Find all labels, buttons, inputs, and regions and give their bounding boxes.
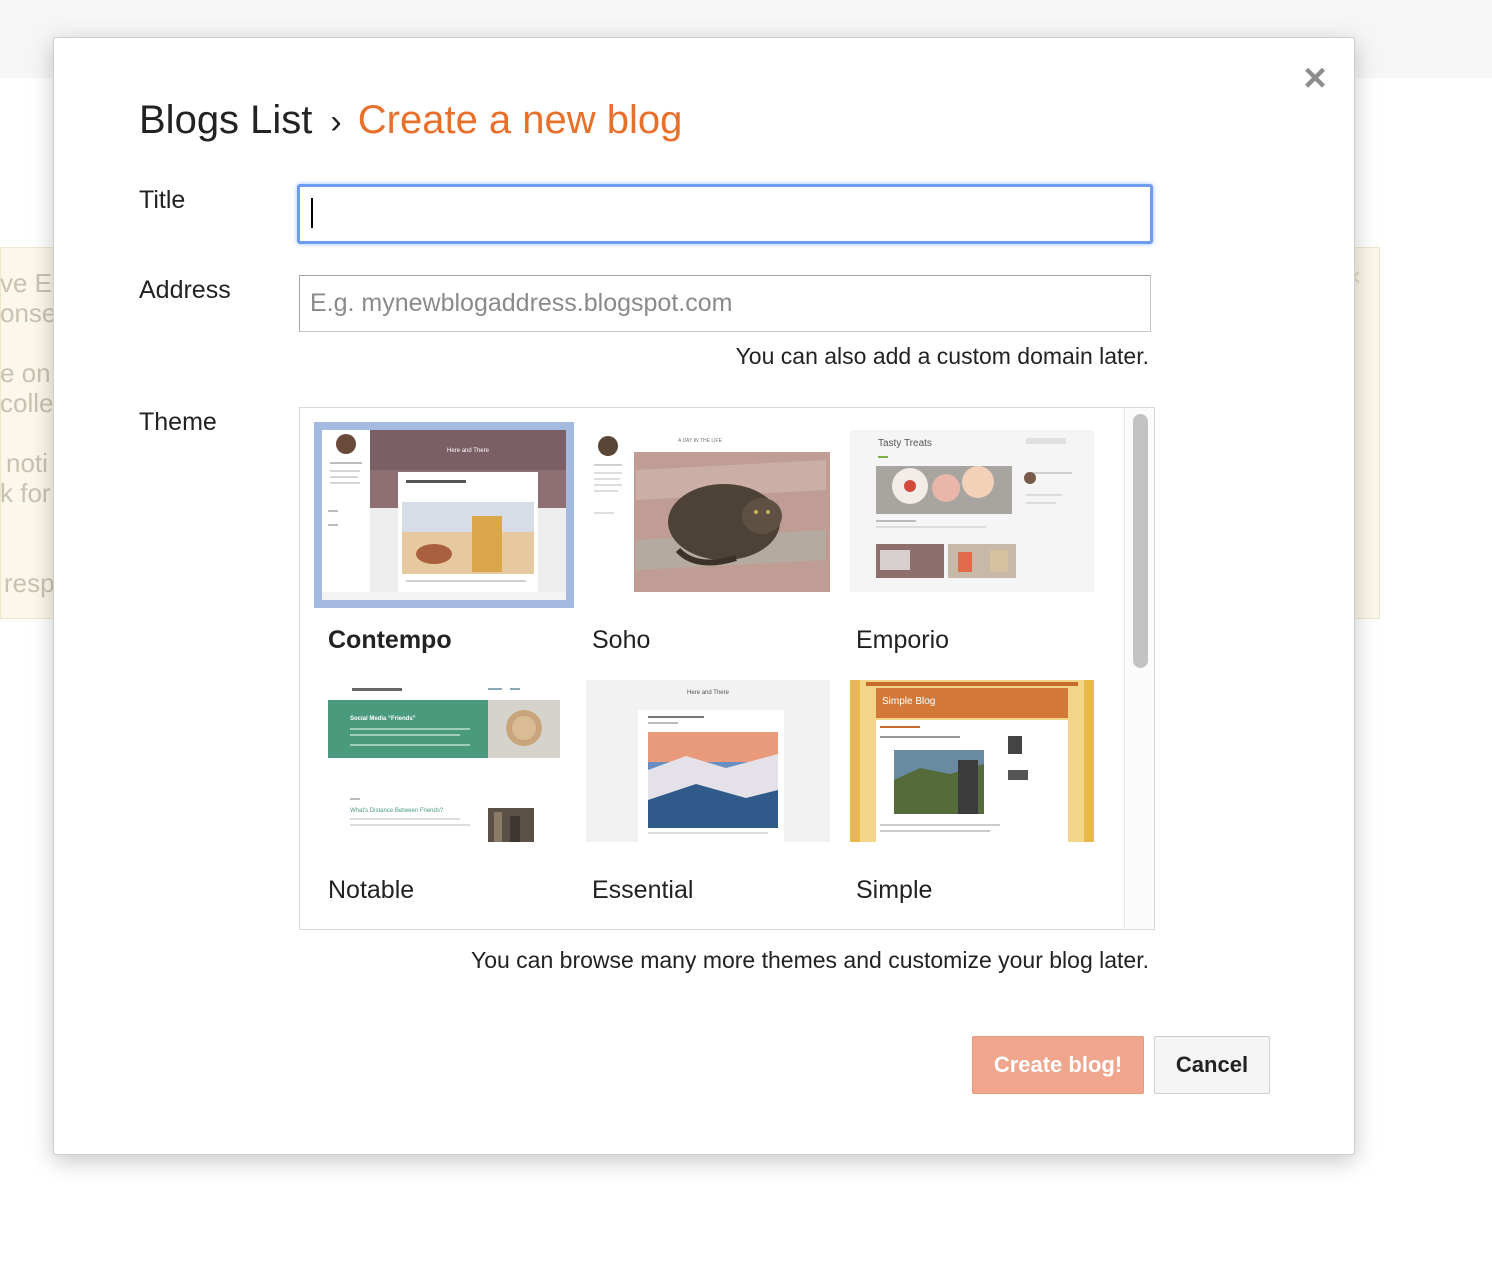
theme-name-soho: Soho xyxy=(592,626,651,654)
simple-title-text: Simple Blog xyxy=(882,696,935,707)
theme-hint: You can browse many more themes and cust… xyxy=(470,947,1149,973)
notable-post-text: What's Distance Between Friends? xyxy=(350,808,444,814)
close-icon[interactable]: × xyxy=(1297,58,1333,98)
breadcrumb: Blogs List › Create a new blog xyxy=(139,98,682,143)
theme-thumbnail-contempo: Here and There xyxy=(314,422,574,608)
background-notice-text: k for xyxy=(0,478,51,508)
theme-name-simple: Simple xyxy=(856,876,933,904)
background-notice-text: noti xyxy=(6,448,48,478)
theme-thumbnail-notable: Social Media “Friends” What's Distance B… xyxy=(322,680,566,842)
theme-list-scrollbar[interactable] xyxy=(1124,408,1154,929)
theme-name-contempo: Contempo xyxy=(328,626,452,654)
essential-preview-image: Here and There xyxy=(586,680,830,842)
theme-name-emporio: Emporio xyxy=(856,626,950,654)
background-notice-text: onse xyxy=(0,298,57,328)
soho-preview-image: A DAY IN THE LIFE xyxy=(586,430,830,592)
contempo-header-text: Here and There xyxy=(447,448,490,454)
simple-preview-image: Simple Blog xyxy=(850,680,1094,842)
title-label: Title xyxy=(139,186,186,214)
create-blog-dialog: × Blogs List › Create a new blog Title Add… xyxy=(53,37,1355,1155)
theme-thumbnail-essential: Here and There xyxy=(586,680,830,842)
theme-name-essential: Essential xyxy=(592,876,694,904)
theme-label: Theme xyxy=(139,408,217,436)
breadcrumb-separator-icon: › xyxy=(330,103,342,141)
theme-thumbnail-simple: Simple Blog xyxy=(850,680,1094,842)
background-notice-text: resp xyxy=(4,568,55,598)
title-input[interactable] xyxy=(297,184,1153,244)
address-hint: You can also add a custom domain later. xyxy=(735,343,1149,369)
theme-picker: Here and There Contempo A DAY IN THE LIF… xyxy=(299,407,1155,930)
soho-header-text: A DAY IN THE LIFE xyxy=(678,438,723,444)
create-blog-button[interactable]: Create blog! xyxy=(972,1036,1144,1094)
page: ve E onse e on y colle noti k for resp ×… xyxy=(0,0,1492,1264)
essential-header-text: Here and There xyxy=(687,690,730,696)
address-input[interactable] xyxy=(299,275,1151,332)
background-notice-text: colle xyxy=(0,388,54,418)
notable-preview-image: Social Media “Friends” What's Distance B… xyxy=(322,680,566,842)
background-notice-text: ve E xyxy=(0,268,53,298)
notable-card-text: Social Media “Friends” xyxy=(350,716,416,722)
text-cursor xyxy=(311,198,313,228)
breadcrumb-blogs-list[interactable]: Blogs List xyxy=(139,98,312,142)
contempo-preview-image: Here and There xyxy=(322,430,566,592)
cancel-button[interactable]: Cancel xyxy=(1154,1036,1270,1094)
emporio-preview-image: Tasty Treats xyxy=(850,430,1094,592)
theme-thumbnail-emporio: Tasty Treats xyxy=(850,430,1094,592)
scrollbar-thumb[interactable] xyxy=(1133,414,1148,668)
theme-name-notable: Notable xyxy=(328,876,415,904)
theme-thumbnail-soho: A DAY IN THE LIFE xyxy=(586,430,830,592)
emporio-title-text: Tasty Treats xyxy=(878,438,932,449)
page-title: Create a new blog xyxy=(357,98,683,142)
address-label: Address xyxy=(139,276,231,304)
